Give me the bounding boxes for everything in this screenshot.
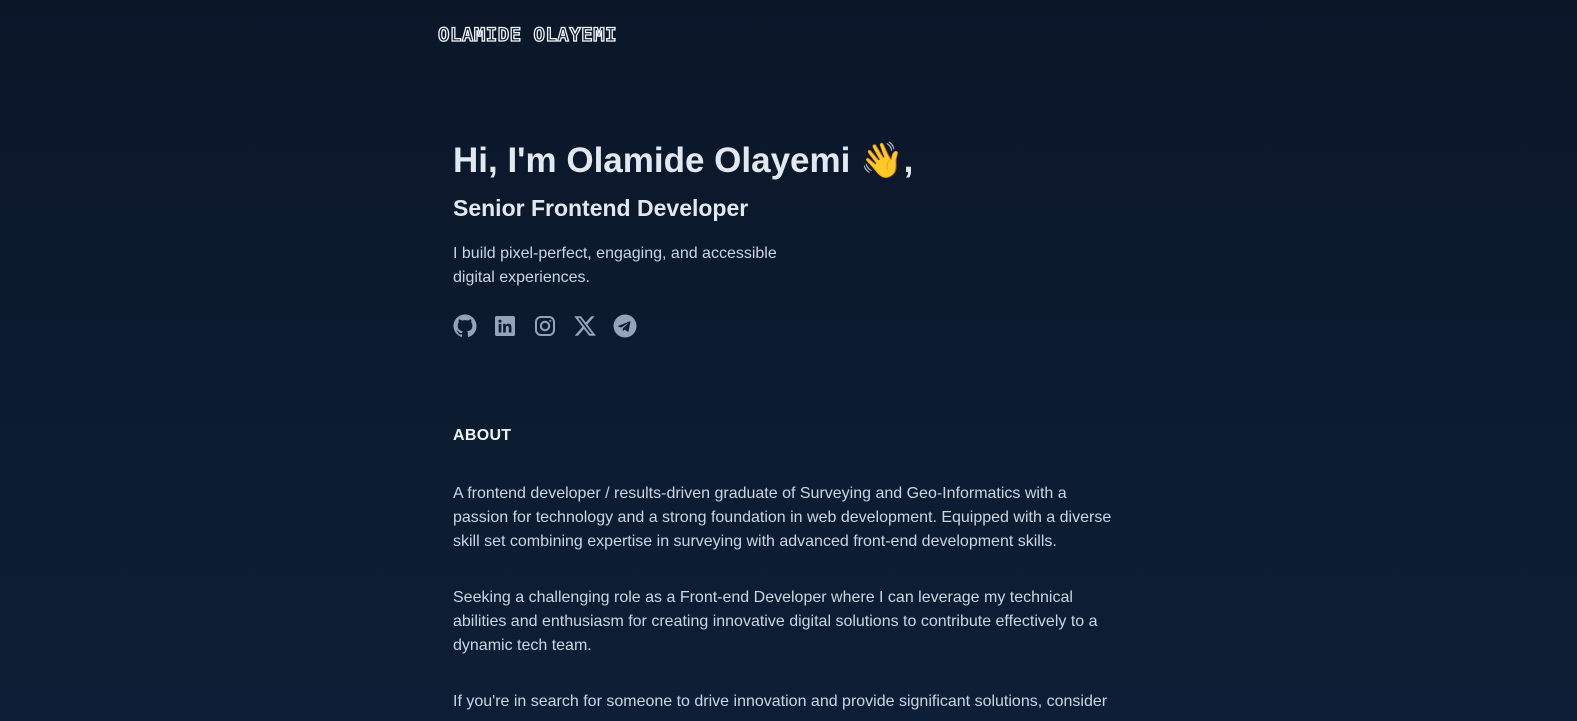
about-paragraph: If you're in search for someone to drive… (453, 693, 1108, 710)
github-icon (453, 314, 477, 338)
about-paragraph: A frontend developer / results-driven gr… (453, 485, 1112, 550)
hero-tagline: I build pixel-perfect, engaging, and acc… (453, 245, 777, 286)
hero-role: Senior Frontend Developer (453, 195, 749, 221)
logo-text: OLAMIDE OLAYEMI (437, 23, 618, 46)
telegram-link[interactable] (613, 314, 637, 338)
telegram-icon (613, 314, 637, 338)
about-section: ABOUT A frontend developer / results-dri… (453, 426, 1113, 714)
x-icon (574, 316, 596, 336)
instagram-link[interactable] (533, 314, 557, 338)
about-paragraph: Seeking a challenging role as a Front-en… (453, 589, 1098, 654)
logo-link[interactable]: OLAMIDE OLAYEMI (437, 22, 618, 48)
hero-greeting: Hi, I'm Olamide Olayemi 👋, (453, 141, 914, 180)
social-links (453, 314, 1113, 338)
about-heading: ABOUT (453, 427, 512, 444)
github-link[interactable] (453, 314, 477, 338)
linkedin-icon (495, 316, 515, 336)
x-twitter-link[interactable] (573, 314, 597, 338)
linkedin-link[interactable] (493, 314, 517, 338)
hero-section: Hi, I'm Olamide Olayemi 👋, Senior Fronte… (453, 138, 1113, 338)
instagram-icon (535, 316, 555, 336)
